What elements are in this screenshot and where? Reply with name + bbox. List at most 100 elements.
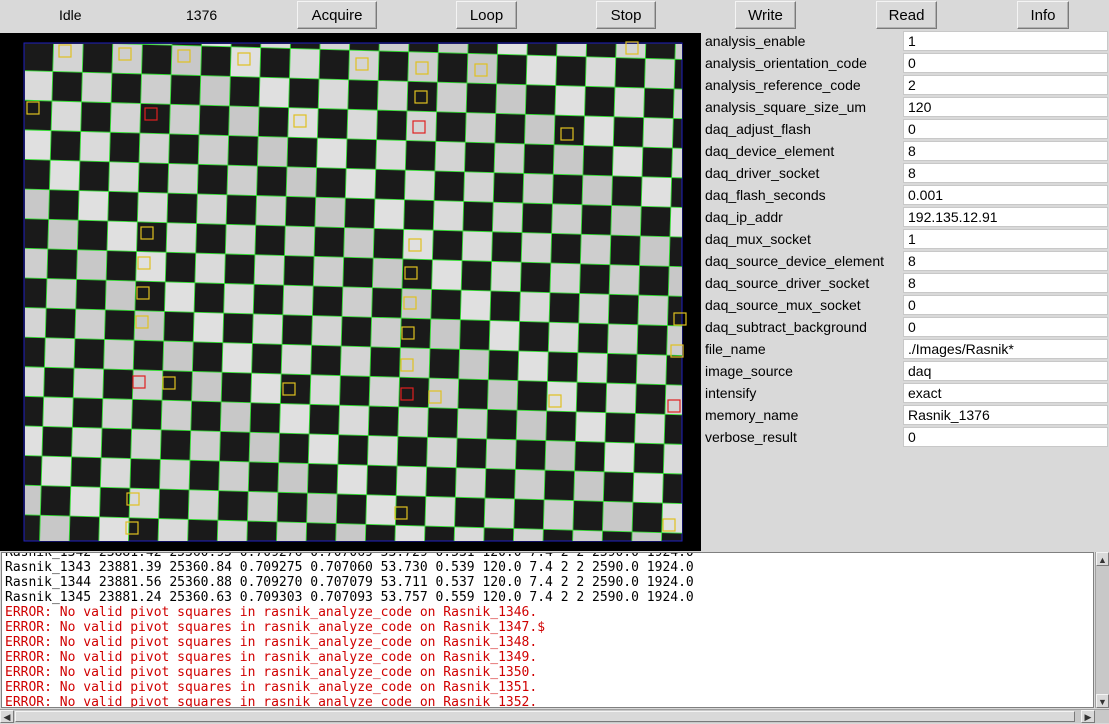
rasnik-image-viewer[interactable] (0, 33, 701, 551)
scroll-left-icon[interactable]: ◀ (0, 710, 14, 723)
light-square (496, 84, 526, 115)
config-row-file-name: file_name (701, 338, 1109, 360)
light-square (604, 442, 634, 472)
read-button[interactable]: Read (876, 1, 937, 29)
light-square (127, 547, 157, 551)
light-square (198, 135, 228, 166)
acquire-button[interactable]: Acquire (297, 1, 377, 29)
light-square (313, 256, 343, 286)
light-square (51, 101, 81, 131)
log-error-line: ERROR: No valid pivot squares in rasnik_… (5, 605, 694, 620)
light-square (0, 395, 14, 425)
horizontal-scroll-thumb[interactable] (15, 711, 1075, 722)
light-square (437, 82, 467, 112)
config-key: daq_source_driver_socket (705, 275, 869, 291)
light-square (577, 353, 607, 383)
light-square (557, 33, 587, 57)
light-square (673, 89, 701, 119)
light-square (49, 160, 80, 190)
light-square (197, 194, 227, 224)
light-square (48, 219, 78, 249)
light-square (400, 348, 431, 378)
config-row-daq-ip-addr: daq_ip_addr (701, 206, 1109, 228)
light-square (217, 520, 247, 550)
config-value-field[interactable] (903, 295, 1108, 315)
config-value-field[interactable] (903, 405, 1108, 425)
log-vertical-scrollbar[interactable]: ▲ ▼ (1095, 552, 1109, 708)
light-square (580, 234, 610, 264)
light-square (46, 279, 76, 310)
config-value-field[interactable] (903, 75, 1108, 95)
light-square (455, 468, 485, 498)
config-value-field[interactable] (903, 251, 1108, 271)
light-square (611, 206, 641, 236)
light-square (395, 525, 425, 551)
config-value-field[interactable] (903, 141, 1108, 161)
config-row-analysis-enable: analysis_enable (701, 30, 1109, 52)
light-square (550, 263, 580, 294)
light-square (525, 114, 555, 144)
light-square (672, 148, 701, 178)
light-square (425, 496, 455, 526)
log-horizontal-scrollbar[interactable]: ◀ ▶ (0, 709, 1109, 723)
config-row-daq-subtract-background: daq_subtract_background (701, 316, 1109, 338)
light-square (136, 251, 166, 282)
config-value-field[interactable] (903, 361, 1108, 381)
light-square (80, 131, 110, 161)
light-square (166, 223, 197, 253)
config-value-field[interactable] (903, 97, 1108, 117)
stop-button[interactable]: Stop (596, 1, 656, 29)
config-row-verbose-result: verbose_result (701, 426, 1109, 448)
config-value-field[interactable] (903, 207, 1108, 227)
config-value-field[interactable] (903, 427, 1108, 447)
info-button[interactable]: Info (1017, 1, 1069, 29)
light-square (430, 319, 460, 349)
light-square (585, 57, 615, 87)
light-square (690, 534, 701, 552)
light-square (165, 282, 195, 312)
light-square (107, 221, 137, 251)
light-square (633, 473, 663, 504)
light-square (579, 294, 609, 324)
loop-button[interactable]: Loop (456, 1, 517, 29)
light-square (408, 52, 438, 82)
light-square (584, 116, 614, 146)
light-square (195, 253, 225, 283)
config-value-field[interactable] (903, 383, 1108, 403)
light-square (675, 33, 701, 60)
config-value-field[interactable] (903, 185, 1108, 205)
light-square (0, 454, 12, 484)
write-button[interactable]: Write (735, 1, 796, 29)
config-row-daq-source-mux-socket: daq_source_mux_socket (701, 294, 1109, 316)
scroll-down-icon[interactable]: ▼ (1096, 694, 1109, 708)
light-square (433, 201, 463, 232)
light-square (75, 309, 105, 339)
config-value-field[interactable] (903, 53, 1108, 73)
scroll-right-icon[interactable]: ▶ (1081, 710, 1095, 723)
light-square (572, 530, 602, 551)
light-square (247, 492, 278, 522)
result-log[interactable]: Rasnik_1342 23881.42 25360.95 0.709276 0… (1, 552, 1094, 708)
config-value-field[interactable] (903, 119, 1108, 139)
light-square (369, 376, 399, 406)
config-value-field[interactable] (903, 31, 1108, 51)
config-key: daq_device_element (705, 143, 834, 159)
light-square (574, 471, 605, 501)
light-square (663, 444, 694, 474)
light-square (43, 397, 73, 427)
light-square (497, 33, 527, 55)
config-value-field[interactable] (903, 229, 1108, 249)
light-square (694, 415, 701, 445)
light-square (640, 236, 670, 267)
config-value-field[interactable] (903, 339, 1108, 359)
light-square (372, 258, 402, 288)
config-value-field[interactable] (903, 163, 1108, 183)
config-value-field[interactable] (903, 317, 1108, 337)
config-key: analysis_orientation_code (705, 55, 867, 71)
config-value-field[interactable] (903, 273, 1108, 293)
light-square (645, 58, 675, 88)
light-square (518, 351, 548, 381)
scroll-up-icon[interactable]: ▲ (1096, 552, 1109, 566)
config-key: daq_source_device_element (705, 253, 884, 269)
config-row-analysis-orientation-code: analysis_orientation_code (701, 52, 1109, 74)
